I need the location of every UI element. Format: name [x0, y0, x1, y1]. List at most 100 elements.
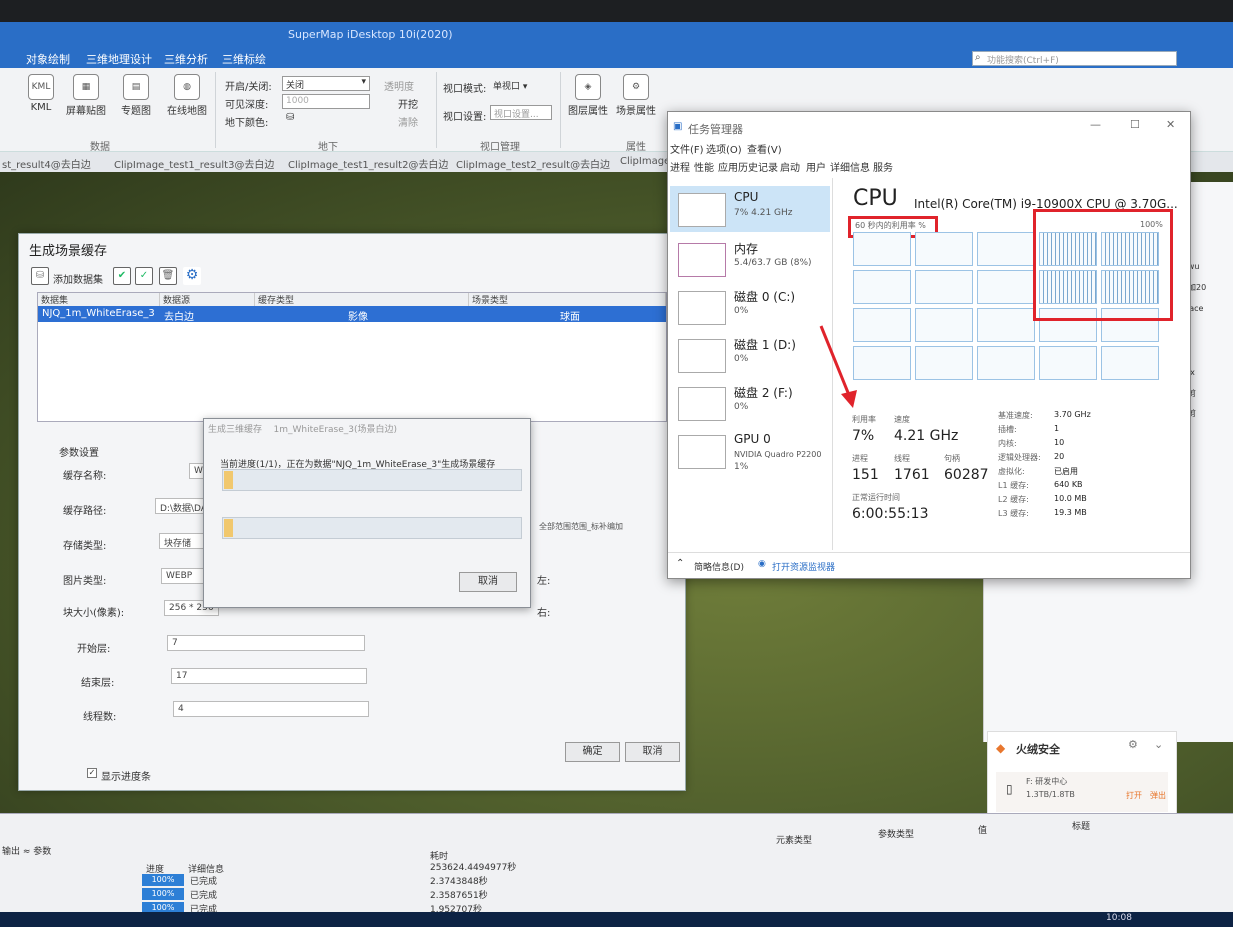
screen-overlay-button[interactable]: ▦ 屏幕贴图 [64, 74, 108, 117]
scene-properties-button[interactable]: ⚙ 场景属性 [614, 74, 658, 117]
scene-type-cell: 球面 [560, 312, 580, 323]
thread-count-input[interactable]: 4 [173, 701, 369, 717]
maximize-icon[interactable]: ☐ [1130, 118, 1140, 131]
table-row[interactable]: NJQ_1m_WhiteErase_3 去白边 影像 球面 [38, 306, 666, 323]
clear-button[interactable]: 清除 [398, 114, 418, 129]
progress-cancel-button[interactable]: 取消 [459, 572, 517, 592]
tab-startup[interactable]: 启动 [780, 159, 800, 174]
grid-header: 数据集 [38, 293, 160, 306]
spec-label: 插槽: [998, 425, 1017, 434]
open-close-select[interactable]: 关闭 ▾ [282, 76, 370, 91]
tab-details[interactable]: 详细信息 [830, 159, 870, 174]
visible-depth-input[interactable]: 1000 [282, 94, 370, 109]
progress-fill [224, 471, 233, 489]
tm-menu-view[interactable]: 查看(V) [747, 141, 782, 156]
eject-drive-button[interactable]: 弹出 [1150, 790, 1166, 801]
gpu-thumb-graph [678, 435, 726, 469]
usb-drive-card: ▯ F: 研发中心 1.3TB/1.8TB 打开 弹出 [996, 772, 1168, 812]
thematic-map-button[interactable]: ▤ 专题图 [118, 74, 154, 117]
resource-gpu[interactable]: GPU 0 NVIDIA Quadro P2200 1% [670, 428, 830, 484]
column-header: 元素类型 [776, 836, 813, 846]
doc-tab[interactable]: ClipImage_test1_result2@去白边 [288, 156, 448, 171]
cancel-button[interactable]: 取消 [625, 742, 680, 762]
tab-users[interactable]: 用户 [806, 159, 826, 174]
menu-draw[interactable]: 对象绘制 [26, 51, 70, 67]
paint-bucket-icon[interactable]: ⛁ [286, 112, 294, 123]
doc-tab[interactable]: st_result4@去白边 [2, 156, 91, 171]
open-close-label: 开启/关闭: [225, 82, 272, 93]
output-tabs[interactable]: 输出 ≈ 参数 [2, 844, 51, 857]
task-manager-footer: ⌃ 简略信息(D) ◉ 打开资源监视器 [668, 552, 1190, 578]
underground-color-label: 地下颜色: [225, 118, 269, 129]
doc-tab[interactable]: ClipImage_test2_result@去白边 [456, 156, 610, 171]
table-row[interactable]: 100% 已完成 2.3743848秒 [142, 874, 1162, 887]
app-titlebar: SuperMap iDesktop 10i(2020) [0, 22, 1233, 48]
progress-dialog-title: 生成三维缓存 1m_WhiteErase_3(场景白边) [208, 425, 398, 435]
resource-disk1[interactable]: 磁盘 1 (D:) 0% [670, 332, 830, 378]
params-section-title: 参数设置 [59, 448, 99, 459]
field-label: 开始层: [77, 644, 111, 655]
online-map-button[interactable]: ◍ 在线地图 [164, 74, 210, 117]
globe-icon: ◍ [174, 74, 200, 100]
table-row[interactable]: 253624.4494977秒 [142, 860, 1162, 873]
tab-processes[interactable]: 进程 [670, 159, 690, 174]
layer-properties-button[interactable]: ◈ 图层属性 [566, 74, 610, 117]
tm-menu-options[interactable]: 选项(O) [706, 141, 742, 156]
menu-3d-plot[interactable]: 三维标绘 [222, 51, 266, 67]
table-row[interactable]: 100% 已完成 2.3587651秒 [142, 888, 1162, 901]
stat-uptime: 6:00:55:13 [852, 506, 929, 522]
menu-3d-analysis[interactable]: 三维分析 [164, 51, 208, 67]
delete-icon[interactable]: 🗑 [159, 267, 177, 285]
spec-label: L3 缓存: [998, 509, 1029, 518]
resource-disk2[interactable]: 磁盘 2 (F:) 0% [670, 380, 830, 426]
column-header: 值 [978, 826, 988, 836]
resource-disk0[interactable]: 磁盘 0 (C:) 0% [670, 284, 830, 330]
resource-memory[interactable]: 内存 5.4/63.7 GB (8%) [670, 236, 830, 282]
chevron-up-icon[interactable]: ⌃ [676, 558, 684, 569]
stat-label: 进程 [852, 454, 868, 463]
resource-cpu[interactable]: CPU 7% 4.21 GHz [670, 186, 830, 232]
usb-drive-icon: ▯ [1006, 782, 1013, 796]
dataset-cell: NJQ_1m_WhiteErase_3 [42, 308, 155, 319]
doc-tab[interactable]: ClipImage_test1_result3@去白边 [114, 156, 274, 171]
ok-button[interactable]: 确定 [565, 742, 620, 762]
task-manager-window: ▣ 任务管理器 — ☐ ✕ 文件(F) 选项(O) 查看(V) 进程 性能 应用… [667, 111, 1191, 579]
add-dataset-button[interactable]: 添加数据集 [53, 271, 103, 286]
grid-header: 场景类型 [469, 293, 666, 306]
windows-taskbar: 10:08 [0, 912, 1233, 927]
task-manager-title: 任务管理器 [688, 123, 743, 136]
gear-icon[interactable]: ⚙ [183, 267, 201, 285]
tm-menu-file[interactable]: 文件(F) [670, 141, 704, 156]
brief-info-button[interactable]: 简略信息(D) [694, 560, 744, 573]
invert-select-icon[interactable]: ✓ [135, 267, 153, 285]
show-progress-checkbox[interactable]: ✓ [87, 768, 97, 778]
gear-icon[interactable]: ⚙ [1128, 738, 1138, 751]
menu-3d-design[interactable]: 三维地理设计 [86, 51, 152, 67]
disk-thumb-graph [678, 339, 726, 373]
tab-services[interactable]: 服务 [873, 159, 893, 174]
ribbon-separator [560, 72, 561, 148]
database-icon[interactable]: ⛁ [31, 267, 49, 285]
excavate-button[interactable]: 开挖 [398, 96, 418, 111]
chevron-down-icon: ▾ [361, 77, 366, 87]
red-arrow [819, 325, 857, 408]
select-all-icon[interactable]: ✔ [113, 267, 131, 285]
kml-button[interactable]: KML KML [26, 74, 56, 113]
search-input[interactable]: ⌕ 功能搜索(Ctrl+F) [972, 51, 1177, 66]
open-drive-button[interactable]: 打开 [1126, 790, 1142, 801]
transparency-button[interactable]: 透明度 [384, 78, 414, 93]
minimize-icon[interactable]: — [1090, 118, 1101, 131]
viewport-mode-select[interactable]: 单视口 ▾ [490, 78, 548, 93]
stat-threads: 1761 [894, 467, 930, 483]
tab-performance[interactable]: 性能 [694, 159, 714, 174]
start-level-input[interactable]: 7 [167, 635, 365, 651]
tab-app-history[interactable]: 应用历史记录 [718, 159, 778, 174]
chevron-down-icon[interactable]: ⌄ [1154, 738, 1163, 751]
viewport-settings-button[interactable]: 视口设置... [490, 105, 552, 120]
open-resource-monitor-link[interactable]: 打开资源监视器 [772, 560, 835, 573]
doc-tab[interactable]: ClipImage [620, 156, 670, 167]
stat-speed: 4.21 GHz [894, 428, 959, 444]
end-level-input[interactable]: 17 [171, 668, 367, 684]
column-header: 参数类型 [878, 830, 915, 840]
close-icon[interactable]: ✕ [1166, 118, 1175, 131]
